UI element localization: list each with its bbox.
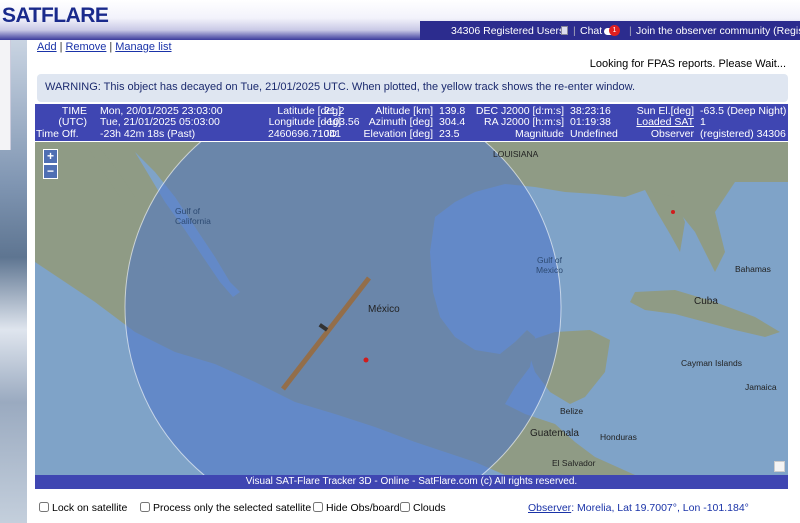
label-cayman-islands: Cayman Islands (681, 358, 742, 368)
join-community-link[interactable]: Join the observer community (Regist (636, 25, 800, 37)
map-resize-handle[interactable] (774, 461, 785, 472)
time-offset-label: Time Off. (36, 128, 79, 140)
fpas-status-text: Looking for FPAS reports. Please Wait... (589, 58, 786, 70)
zoom-in-button[interactable]: + (43, 149, 58, 164)
satellite-map[interactable]: + − LOUISIANA Gulf of California Gulf of… (35, 142, 788, 475)
clouds-option[interactable]: Clouds (400, 502, 446, 514)
ra-label: RA J2000 [h:m:s] (484, 116, 564, 128)
label-louisiana: LOUISIANA (493, 149, 539, 159)
azimuth-label: Azimuth [deg] (368, 116, 433, 128)
satellite-list-links: Add | Remove | Manage list (37, 41, 172, 53)
separator: | (629, 25, 632, 37)
label-jamaica: Jamaica (745, 382, 777, 392)
label-cuba: Cuba (694, 296, 718, 307)
utc-label: (UTC) (58, 116, 87, 128)
observer-label: Observer (650, 128, 694, 140)
observer-pin (363, 357, 369, 363)
decay-warning-banner: WARNING: This object has decayed on Tue,… (37, 74, 788, 102)
label-gulf-of-california: Gulf of California (175, 206, 211, 226)
map-canvas (35, 142, 788, 475)
remove-link[interactable]: Remove (65, 41, 106, 53)
time-utc-value: Tue, 21/01/2025 05:03:00 (100, 116, 220, 128)
observer-pin (671, 210, 675, 214)
observer-link[interactable]: Observer (528, 502, 571, 514)
observer-location: Observer: Morelia, Lat 19.7007°, Lon -10… (528, 502, 749, 514)
process-selected-option[interactable]: Process only the selected satellite (140, 502, 311, 514)
lock-on-satellite-label: Lock on satellite (52, 502, 128, 514)
process-selected-checkbox[interactable] (140, 502, 150, 512)
label-bahamas: Bahamas (735, 264, 771, 274)
clouds-label: Clouds (413, 502, 446, 514)
hide-obs-board-label: Hide Obs/board (326, 502, 400, 514)
side-panel-edge (0, 40, 11, 150)
registered-users-text: 34306 Registered Users (451, 25, 565, 37)
zoom-out-button[interactable]: − (43, 164, 58, 179)
hide-obs-board-checkbox[interactable] (313, 502, 323, 512)
loaded-sat-value: 1 (700, 116, 706, 128)
process-selected-label: Process only the selected satellite (153, 502, 312, 514)
add-link[interactable]: Add (37, 41, 57, 53)
lock-on-satellite-checkbox[interactable] (39, 502, 49, 512)
map-caption: Visual SAT-Flare Tracker 3D - Online - S… (35, 475, 788, 489)
manage-list-link[interactable]: Manage list (115, 41, 171, 53)
separator: | (573, 25, 576, 37)
hide-obs-board-option[interactable]: Hide Obs/board (313, 502, 400, 514)
magnitude-label: Magnitude (514, 128, 564, 140)
clouds-checkbox[interactable] (400, 502, 410, 512)
label-mexico: México (368, 304, 400, 315)
label-guatemala: Guatemala (530, 428, 579, 439)
chat-link[interactable]: Chat (580, 25, 602, 37)
elevation-label: Elevation [deg] (363, 128, 433, 140)
label-gulf-of-mexico: Gulf of Mexico (536, 255, 563, 275)
label-belize: Belize (560, 406, 584, 416)
satflare-logo[interactable]: SATFLARE (2, 4, 109, 28)
label-el-salvador: El Salvador (552, 458, 596, 468)
observer-value: (registered) 34306 (700, 128, 786, 140)
chat-count-badge: 1 (609, 25, 620, 36)
loaded-sat-link[interactable]: Loaded SAT (605, 116, 694, 128)
sun-elevation-value: -63.5 (Deep Night) (700, 105, 787, 117)
observer-location-text: : Morelia, Lat 19.7007°, Lon -101.184° (571, 502, 749, 514)
header-bar: SATFLARE 34306 Registered Users | Chat 1… (0, 0, 800, 40)
lock-on-satellite-option[interactable]: Lock on satellite (39, 502, 127, 514)
document-icon (561, 26, 568, 35)
label-honduras: Honduras (600, 432, 637, 442)
satellite-info-panel: TIME (UTC) Time Off. Mon, 20/01/2025 23:… (35, 104, 788, 141)
time-offset-value: -23h 42m 18s (Past) (100, 128, 196, 140)
top-user-bar: 34306 Registered Users | Chat 1 | Join t… (420, 21, 800, 40)
